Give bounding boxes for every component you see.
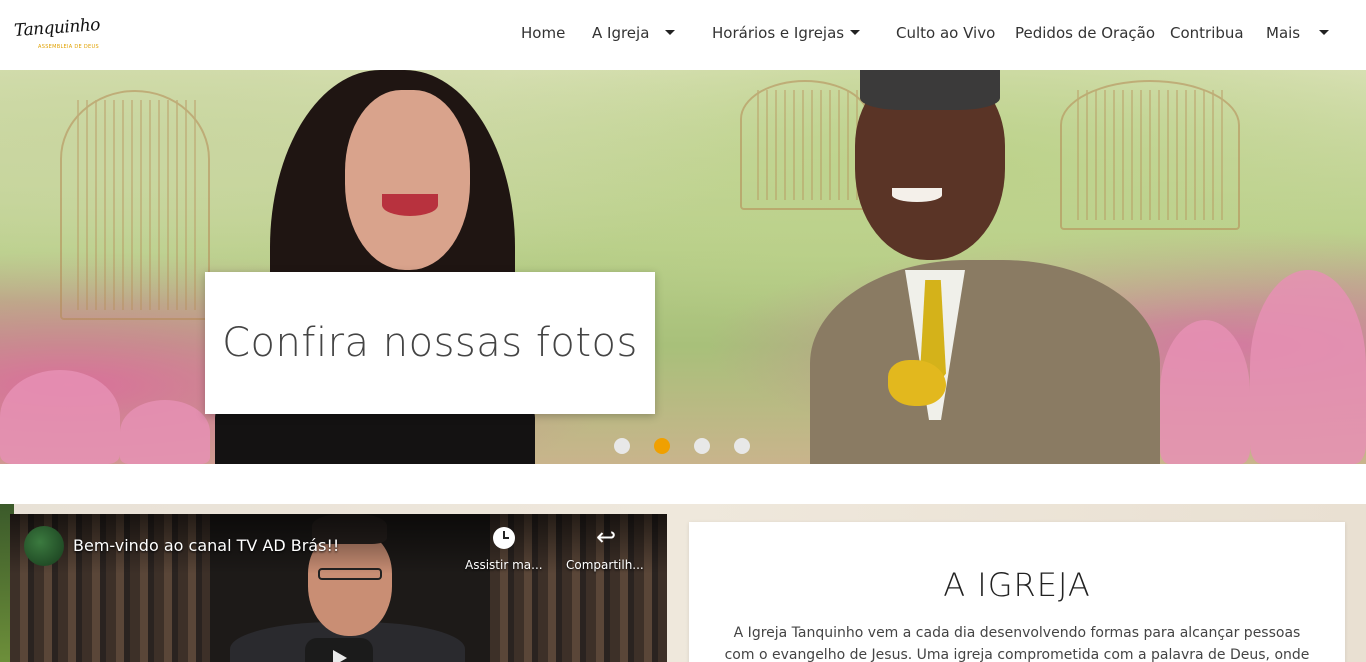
nav-home[interactable]: Home bbox=[521, 22, 565, 44]
flower-decoration bbox=[0, 370, 120, 464]
about-section: Bem-vindo ao canal TV AD Brás!! Assistir… bbox=[0, 504, 1366, 662]
about-title: A IGREJA bbox=[943, 566, 1091, 604]
share-icon[interactable] bbox=[596, 527, 618, 549]
watch-later-label[interactable]: Assistir ma... bbox=[465, 558, 543, 572]
about-text: A Igreja Tanquinho vem a cada dia desenv… bbox=[724, 625, 1310, 662]
nav-a-igreja[interactable]: A Igreja bbox=[592, 22, 649, 44]
photo-woman-smile bbox=[382, 194, 438, 216]
photo-woman-face bbox=[345, 90, 470, 270]
video-title[interactable]: Bem-vindo ao canal TV AD Brás!! bbox=[73, 536, 339, 555]
nav-contribua[interactable]: Contribua bbox=[1170, 22, 1244, 44]
hero-caption-card[interactable]: Confira nossas fotos bbox=[205, 272, 655, 414]
chevron-down-icon[interactable] bbox=[850, 30, 860, 35]
nav-mais[interactable]: Mais bbox=[1266, 22, 1300, 44]
birdcage-decoration bbox=[1060, 80, 1240, 230]
chevron-down-icon[interactable] bbox=[665, 30, 675, 35]
nav-horarios[interactable]: Horários e Igrejas bbox=[712, 22, 844, 44]
hero-caption: Confira nossas fotos bbox=[222, 320, 638, 366]
carousel-dot-1[interactable] bbox=[614, 438, 630, 454]
main-menu: Home A Igreja Horários e Igrejas Culto a… bbox=[0, 22, 1366, 44]
top-navbar: Tanquinho ASSEMBLEIA DE DEUS Home A Igre… bbox=[0, 0, 1366, 70]
about-card: A IGREJA A Igreja Tanquinho vem a cada d… bbox=[689, 522, 1345, 662]
birdcage-decoration bbox=[740, 80, 870, 210]
share-label[interactable]: Compartilh... bbox=[566, 558, 644, 572]
nav-pedidos-oracao[interactable]: Pedidos de Oração bbox=[1015, 22, 1155, 44]
clock-icon[interactable] bbox=[493, 527, 515, 549]
logo-tagline: ASSEMBLEIA DE DEUS bbox=[38, 44, 99, 50]
channel-avatar[interactable] bbox=[24, 526, 64, 566]
nav-culto-ao-vivo[interactable]: Culto ao Vivo bbox=[896, 22, 995, 44]
birdcage-decoration bbox=[60, 90, 210, 320]
flower-decoration bbox=[120, 400, 210, 464]
photo-man-smile bbox=[892, 188, 942, 202]
carousel-dot-2[interactable] bbox=[654, 438, 670, 454]
youtube-embed[interactable]: Bem-vindo ao canal TV AD Brás!! Assistir… bbox=[10, 514, 667, 662]
play-icon[interactable] bbox=[305, 638, 373, 662]
carousel-dot-3[interactable] bbox=[694, 438, 710, 454]
flower-decoration bbox=[1160, 320, 1250, 464]
flower-decoration bbox=[1250, 270, 1366, 464]
photo-man-suit bbox=[810, 260, 1160, 464]
carousel-dot-4[interactable] bbox=[734, 438, 750, 454]
photo-man-pocket-square bbox=[888, 360, 946, 406]
chevron-down-icon[interactable] bbox=[1319, 30, 1329, 35]
photo-man-hair bbox=[860, 70, 1000, 110]
